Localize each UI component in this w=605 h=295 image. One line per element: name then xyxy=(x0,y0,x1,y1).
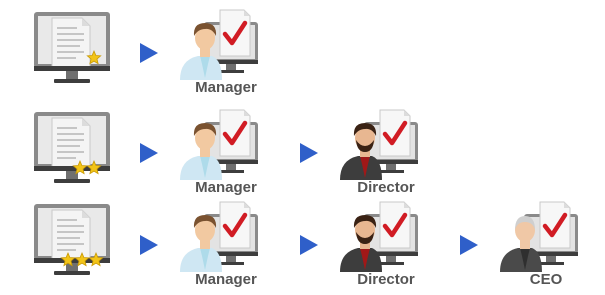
arrow-right-icon xyxy=(458,233,480,257)
arrow-right-icon xyxy=(298,141,320,165)
document-monitor-icon xyxy=(32,8,112,88)
manager-label: Manager xyxy=(195,271,257,288)
workflow-row: Manager Director CEO xyxy=(0,200,605,295)
director-approver-icon xyxy=(338,200,422,272)
arrow-right-icon xyxy=(298,233,320,257)
director-approver-icon xyxy=(338,108,422,180)
approval-workflow-diagram: Manager Manager Director Manager Directo… xyxy=(0,0,605,293)
document-monitor-icon xyxy=(32,108,112,188)
manager-label: Manager xyxy=(195,179,257,196)
document-monitor-icon xyxy=(32,200,112,280)
workflow-row: Manager xyxy=(0,8,605,103)
ceo-label: CEO xyxy=(529,271,563,288)
arrow-right-icon xyxy=(138,41,160,65)
director-label: Director xyxy=(357,271,415,288)
ceo-approver-icon xyxy=(498,200,582,272)
workflow-row: Manager Director xyxy=(0,108,605,203)
arrow-right-icon xyxy=(138,141,160,165)
arrow-right-icon xyxy=(138,233,160,257)
manager-approver-icon xyxy=(178,8,262,80)
manager-approver-icon xyxy=(178,108,262,180)
director-label: Director xyxy=(357,179,415,196)
manager-approver-icon xyxy=(178,200,262,272)
manager-label: Manager xyxy=(195,79,257,96)
